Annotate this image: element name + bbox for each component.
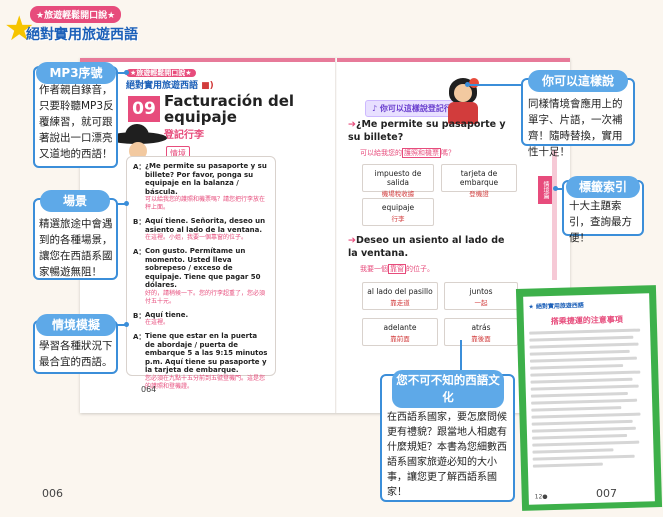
inner-brand: ★旅遊輕鬆開口說★ 絕對實用旅遊西語 ■): [126, 68, 214, 91]
culture-title: 搭乘捷運的注意事項: [550, 315, 623, 327]
inner-page-number: 064: [141, 385, 157, 394]
callout-say-text: 同樣情境會應用上的單字、片語，一次補齊！隨時替換，實用性十足！: [528, 98, 623, 158]
word-spanish: equipaje: [381, 203, 415, 212]
callout-mp3-label: MP3序號: [36, 62, 116, 84]
word-chinese: 靠走道: [390, 299, 410, 307]
callout-scene-text: 精選旅途中會遇到的各種場景，讓您在西語系國家暢遊無阻！: [39, 218, 113, 278]
dialog-speaker: A：: [133, 248, 146, 256]
dialog-chinese: 您必須在九點十五分前到五號登機門。這是您的護照和登機證。: [145, 374, 266, 390]
lesson-subtitle: 登記行李: [164, 130, 204, 141]
culture-brand: ★ 絕對實用旅遊西語: [528, 302, 584, 311]
word-card: equipaje 行李: [362, 198, 434, 226]
connector-dot: [124, 201, 129, 206]
speaker-icon: ■): [201, 81, 214, 91]
inner-brand-title: 絕對實用旅遊西語: [126, 81, 199, 91]
word-chinese: 靠前面: [390, 335, 410, 343]
callout-situation-text: 學習各種狀況下最合宜的西語。: [39, 340, 113, 368]
dialog-spanish: Aquí tiene. Señorita, deseo un asiento a…: [145, 217, 266, 234]
dialog-spanish: ¿Me permite su pasaporte y su billete? P…: [145, 162, 267, 196]
dialog-chinese: 可以給我您的護照和機票嗎？請您把行李放在秤上面。: [145, 196, 266, 211]
culture-page-number: 12●: [534, 493, 548, 501]
dialog-spanish: Tiene que estar en la puerta de abordaje…: [145, 332, 268, 374]
dialog-chinese: 好的，請稍候一下。您的行李超重了，您必須付五十元。: [145, 289, 266, 305]
word-chinese: 行李: [391, 215, 405, 223]
dialog-spanish: Aquí tiene.: [145, 310, 189, 319]
connector-line: [468, 84, 524, 86]
phrase-heading: ➔Deseo un asiento al lado de la ventana.: [348, 235, 505, 259]
dialog-line: B： Aquí tiene. Señorita, deseo un asient…: [133, 217, 269, 242]
word-spanish: al lado del pasillo: [367, 287, 433, 296]
word-chinese: 登機證: [469, 190, 489, 198]
dialog-line: A： ¿Me permite su pasaporte y su billete…: [133, 162, 269, 212]
word-spanish: juntos: [469, 287, 493, 296]
dialog-chinese: 在這裡。: [145, 319, 170, 326]
callout-culture-label: 您不可不知的西語文化: [392, 370, 504, 408]
brand-logo: ★ ★旅遊輕鬆開口說★ 絕對實用旅遊西語: [4, 4, 138, 48]
callout-index-text: 十大主題索引，查詢最方便！: [569, 200, 632, 244]
word-chinese: 機場稅收據: [381, 190, 415, 198]
word-card: impuesto de salida 機場稅收據: [362, 164, 434, 198]
dialog-box: A： ¿Me permite su pasaporte y su billete…: [126, 156, 276, 390]
callout-scene-label: 場景: [40, 190, 110, 212]
word-chinese: 靠後面: [471, 335, 491, 343]
arrow-icon: ➔: [348, 235, 356, 246]
callout-situation-label: 情境模擬: [36, 314, 116, 336]
callout-culture-text: 在西語系國家，要怎麼問候更有禮貌？跟當地人相處有什麼規矩？本書為您細數西語系國家…: [387, 412, 507, 498]
dialog-speaker: A：: [133, 333, 146, 341]
word-spanish: impuesto de salida: [374, 169, 422, 187]
dialog-speaker: B：: [133, 218, 146, 226]
word-card: al lado del pasillo 靠走道: [362, 282, 438, 310]
culture-book-preview: ★ 絕對實用旅遊西語 搭乘捷運的注意事項 12●: [515, 285, 663, 511]
dialog-speaker: A：: [133, 163, 146, 171]
page-number-left: 006: [42, 487, 63, 500]
word-card: tarjeta de embarque 登機證: [441, 164, 517, 198]
callout-index-label: 標籤索引: [566, 176, 640, 198]
connector-line: [460, 340, 462, 370]
word-chinese: 一起: [474, 299, 488, 307]
dialog-line: A： Con gusto. Permítame un momento. Uste…: [133, 247, 269, 306]
dialog-speaker: B：: [133, 311, 146, 320]
page-number-right: 007: [596, 487, 617, 500]
lesson-number: 09: [128, 96, 160, 122]
dialog-chinese: 在這裡。小姐，我要一個靠窗的位子。: [145, 234, 248, 241]
word-spanish: atrás: [471, 323, 491, 332]
callout-mp3-text: 作者親自錄音，只要聆聽MP3反覆練習，就可跟著說出一口漂亮又道地的西語！: [39, 84, 114, 160]
music-note-icon: ♪: [372, 104, 378, 113]
index-strip: [552, 150, 557, 280]
phrase-heading: ➔¿Me permite su pasaporte y su billete?: [348, 119, 506, 143]
phrase-translation: 我要一個 靠窗 的位子。: [360, 264, 434, 274]
connector-dot: [124, 70, 129, 75]
spread-fold: [335, 58, 337, 413]
inner-brand-tagline: ★旅遊輕鬆開口說★: [126, 69, 196, 77]
word-spanish: adelante: [383, 323, 417, 332]
dialog-line: B： Aquí tiene. 在這裡。: [133, 311, 269, 328]
dialog-line: A： Tiene que estar en la puerta de abord…: [133, 332, 269, 391]
word-card: juntos 一起: [444, 282, 518, 310]
connector-dot: [553, 186, 558, 191]
dialog-spanish: Con gusto. Permítame un momento. Usted l…: [145, 247, 261, 289]
phrase-translation: 可以給我您的 護照和機票 嗎？: [360, 148, 455, 158]
index-tab: 情境篇: [538, 176, 552, 204]
brand-tagline: ★旅遊輕鬆開口說★: [30, 6, 122, 23]
word-spanish: tarjeta de embarque: [459, 169, 499, 187]
lesson-title: Facturación del equipaje: [164, 92, 295, 126]
connector-dot: [124, 322, 129, 327]
callout-say-label: 你可以這樣說: [528, 70, 628, 92]
word-card: adelante 靠前面: [362, 318, 438, 346]
arrow-icon: ➔: [348, 119, 356, 130]
brand-title: 絕對實用旅遊西語: [26, 27, 138, 43]
connector-dot: [465, 82, 470, 87]
word-card: atrás 靠後面: [444, 318, 518, 346]
